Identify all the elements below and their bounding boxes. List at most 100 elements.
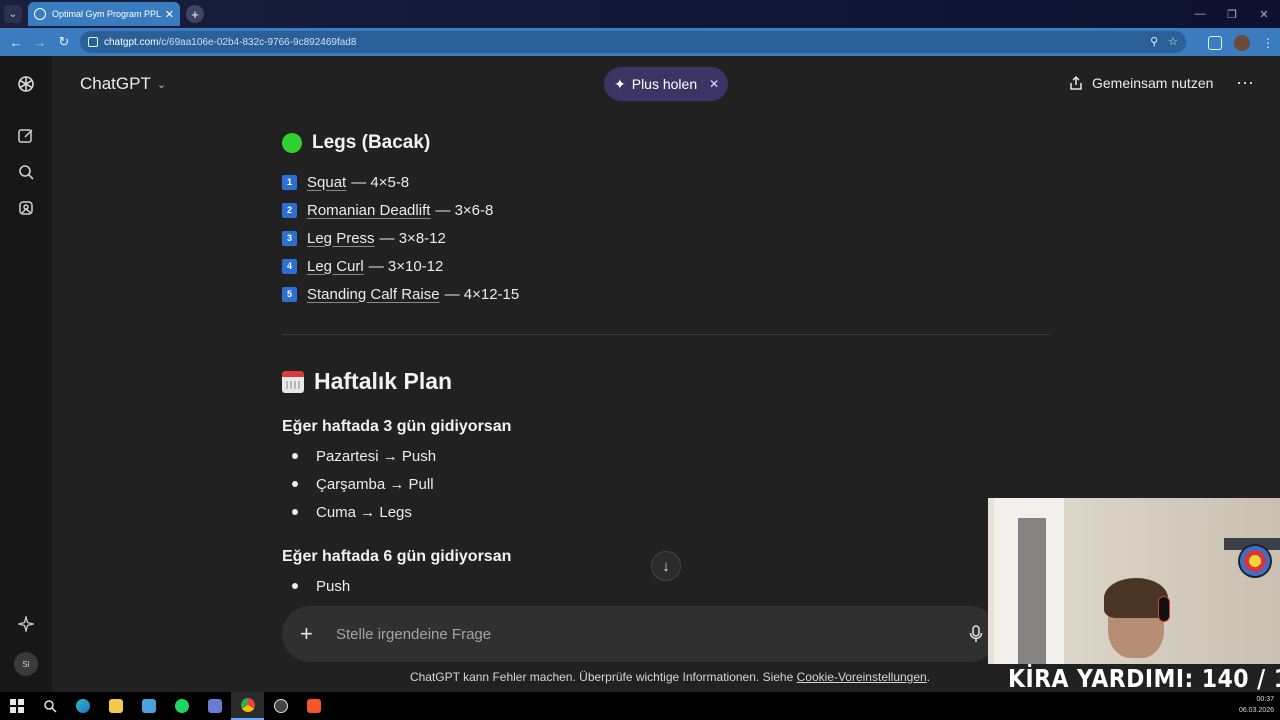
- browser-menu-icon[interactable]: ⋮: [1262, 36, 1274, 50]
- number-badge-icon: 3: [282, 230, 297, 246]
- legs-heading: Legs (Bacak): [282, 132, 1052, 154]
- close-icon[interactable]: ✕: [709, 77, 719, 91]
- address-bar[interactable]: chatgpt.com/c/69aa106e-02b4-832c-9766-9c…: [80, 31, 1186, 53]
- number-badge-icon: 4: [282, 258, 297, 274]
- list-item: 5 Standing Calf Raise — 4×12-15: [282, 280, 1052, 308]
- calendar-icon: [282, 370, 304, 393]
- weekly-plan-heading: Haftalık Plan: [282, 368, 1052, 395]
- microphone-icon[interactable]: [966, 625, 986, 643]
- list-item: Cuma → Legs: [282, 498, 1052, 526]
- webcam-doorframe: [1018, 518, 1046, 664]
- three-day-list: Pazartesi → Push Çarşamba → Pull Cuma → …: [282, 442, 1052, 526]
- new-tab-button[interactable]: +: [186, 5, 204, 23]
- browser-tab-strip: ⌄ Optimal Gym Program PPL ✕ + — ❐ ✕: [0, 0, 1280, 28]
- search-icon[interactable]: [16, 162, 36, 182]
- chatgpt-favicon-icon: [34, 8, 46, 20]
- model-selector[interactable]: ChatGPT ⌄: [80, 74, 166, 94]
- prompt-input[interactable]: Stelle irgendeine Frage: [336, 626, 966, 643]
- bookmark-star-icon[interactable]: ☆: [1168, 35, 1178, 48]
- legs-title: Legs (Bacak): [312, 132, 431, 153]
- address-actions: ⚲ ☆: [1150, 35, 1178, 48]
- exercise-sets: — 4×12-15: [444, 285, 520, 303]
- chrome-icon[interactable]: [231, 692, 264, 720]
- browser-toolbar: ← → ↻ chatgpt.com/c/69aa106e-02b4-832c-9…: [0, 28, 1280, 56]
- assistant-message: Legs (Bacak) 1 Squat — 4×5-8 2 Romanian …: [282, 112, 1052, 600]
- clock-time: 00:37: [1256, 696, 1274, 703]
- exercise-link[interactable]: Leg Press: [307, 230, 375, 247]
- disclaimer-text: ChatGPT kann Fehler machen. Überprüfe wi…: [409, 670, 797, 684]
- green-circle-icon: [282, 133, 302, 153]
- start-button[interactable]: [0, 692, 33, 720]
- sparkle-icon: ✦: [614, 75, 626, 92]
- list-item: 3 Leg Press — 3×8-12: [282, 224, 1052, 252]
- openai-logo-icon[interactable]: [16, 74, 36, 94]
- sidebar-rail: SI: [0, 56, 52, 692]
- disclaimer-end: .: [926, 670, 931, 684]
- exercise-link[interactable]: Standing Calf Raise: [307, 286, 440, 303]
- upgrade-sparkle-icon[interactable]: [16, 614, 36, 634]
- browser-tab-active[interactable]: Optimal Gym Program PPL ✕: [28, 2, 180, 26]
- forward-button[interactable]: →: [28, 30, 52, 54]
- window-controls: — ❐ ✕: [1184, 0, 1280, 28]
- close-window-button[interactable]: ✕: [1248, 0, 1280, 28]
- arrow-down-icon: ↓: [662, 557, 670, 575]
- legs-exercise-list: 1 Squat — 4×5-8 2 Romanian Deadlift — 3×…: [282, 168, 1052, 308]
- headset-icon: [1158, 596, 1170, 622]
- obs-icon[interactable]: [264, 692, 297, 720]
- number-badge-icon: 1: [282, 174, 297, 190]
- reload-button[interactable]: ↻: [52, 30, 76, 54]
- file-explorer-icon[interactable]: [99, 692, 132, 720]
- tab-close-icon[interactable]: ✕: [165, 8, 174, 21]
- tab-title: Optimal Gym Program PPL: [52, 9, 161, 19]
- back-button[interactable]: ←: [4, 30, 28, 54]
- brave-icon[interactable]: [297, 692, 330, 720]
- exercise-sets: — 3×6-8: [435, 201, 494, 219]
- more-options-icon[interactable]: ···: [1236, 72, 1254, 93]
- exercise-link[interactable]: Romanian Deadlift: [307, 202, 430, 219]
- exercise-sets: — 3×8-12: [379, 229, 446, 247]
- get-plus-button[interactable]: ✦ Plus holen ✕: [604, 67, 728, 101]
- message-composer: + Stelle irgendeine Frage: [282, 606, 998, 662]
- browser-actions: ⋮: [1208, 35, 1274, 51]
- app-icon[interactable]: [132, 692, 165, 720]
- exercise-sets: — 3×10-12: [368, 257, 444, 275]
- model-name: ChatGPT: [80, 74, 151, 93]
- chevron-down-icon: ⌄: [156, 78, 167, 91]
- minimize-button[interactable]: —: [1184, 0, 1216, 28]
- scroll-to-bottom-button[interactable]: ↓: [651, 551, 681, 581]
- library-icon[interactable]: [16, 198, 36, 218]
- extensions-icon[interactable]: [1208, 36, 1222, 50]
- list-item: 1 Squat — 4×5-8: [282, 168, 1052, 196]
- url-path: /c/69aa106e-02b4-832c-9766-9c892469fad8: [158, 36, 357, 48]
- tab-search-button[interactable]: ⌄: [4, 5, 22, 23]
- system-clock[interactable]: 00:37 06.03.2026: [1239, 694, 1274, 716]
- edge-icon[interactable]: [66, 692, 99, 720]
- list-item: 2 Romanian Deadlift — 3×6-8: [282, 196, 1052, 224]
- share-label: Gemeinsam nutzen: [1092, 75, 1214, 91]
- zoom-icon[interactable]: ⚲: [1150, 35, 1158, 48]
- restore-button[interactable]: ❐: [1216, 0, 1248, 28]
- share-icon: [1070, 75, 1082, 90]
- exercise-sets: — 4×5-8: [351, 173, 410, 191]
- browser-profile-avatar[interactable]: [1234, 35, 1250, 51]
- exercise-link[interactable]: Squat: [307, 174, 346, 191]
- spotify-icon[interactable]: [165, 692, 198, 720]
- windows-taskbar: [0, 692, 1280, 720]
- url-host: chatgpt.com: [104, 36, 159, 48]
- three-day-heading: Eğer haftada 3 gün gidiyorsan: [282, 418, 512, 435]
- site-info-icon[interactable]: [88, 37, 98, 47]
- webcam-overlay: [988, 498, 1280, 664]
- calculator-icon[interactable]: [198, 692, 231, 720]
- user-avatar[interactable]: SI: [14, 652, 38, 676]
- weekly-plan-title: Haftalık Plan: [314, 368, 453, 394]
- list-item: Pazartesi → Push: [282, 442, 1052, 470]
- share-button[interactable]: Gemeinsam nutzen: [1068, 75, 1213, 91]
- exercise-link[interactable]: Leg Curl: [307, 258, 364, 275]
- app-header: ChatGPT ⌄ ✦ Plus holen ✕ Gemeinsam nutze…: [52, 56, 1280, 112]
- new-chat-icon[interactable]: [16, 126, 36, 146]
- taskbar-search-icon[interactable]: [33, 692, 66, 720]
- disclaimer: ChatGPT kann Fehler machen. Überprüfe wi…: [360, 670, 980, 684]
- list-item: 4 Leg Curl — 3×10-12: [282, 252, 1052, 280]
- cookie-settings-link[interactable]: Cookie-Voreinstellungen: [797, 670, 927, 684]
- add-attachment-icon[interactable]: +: [300, 623, 320, 645]
